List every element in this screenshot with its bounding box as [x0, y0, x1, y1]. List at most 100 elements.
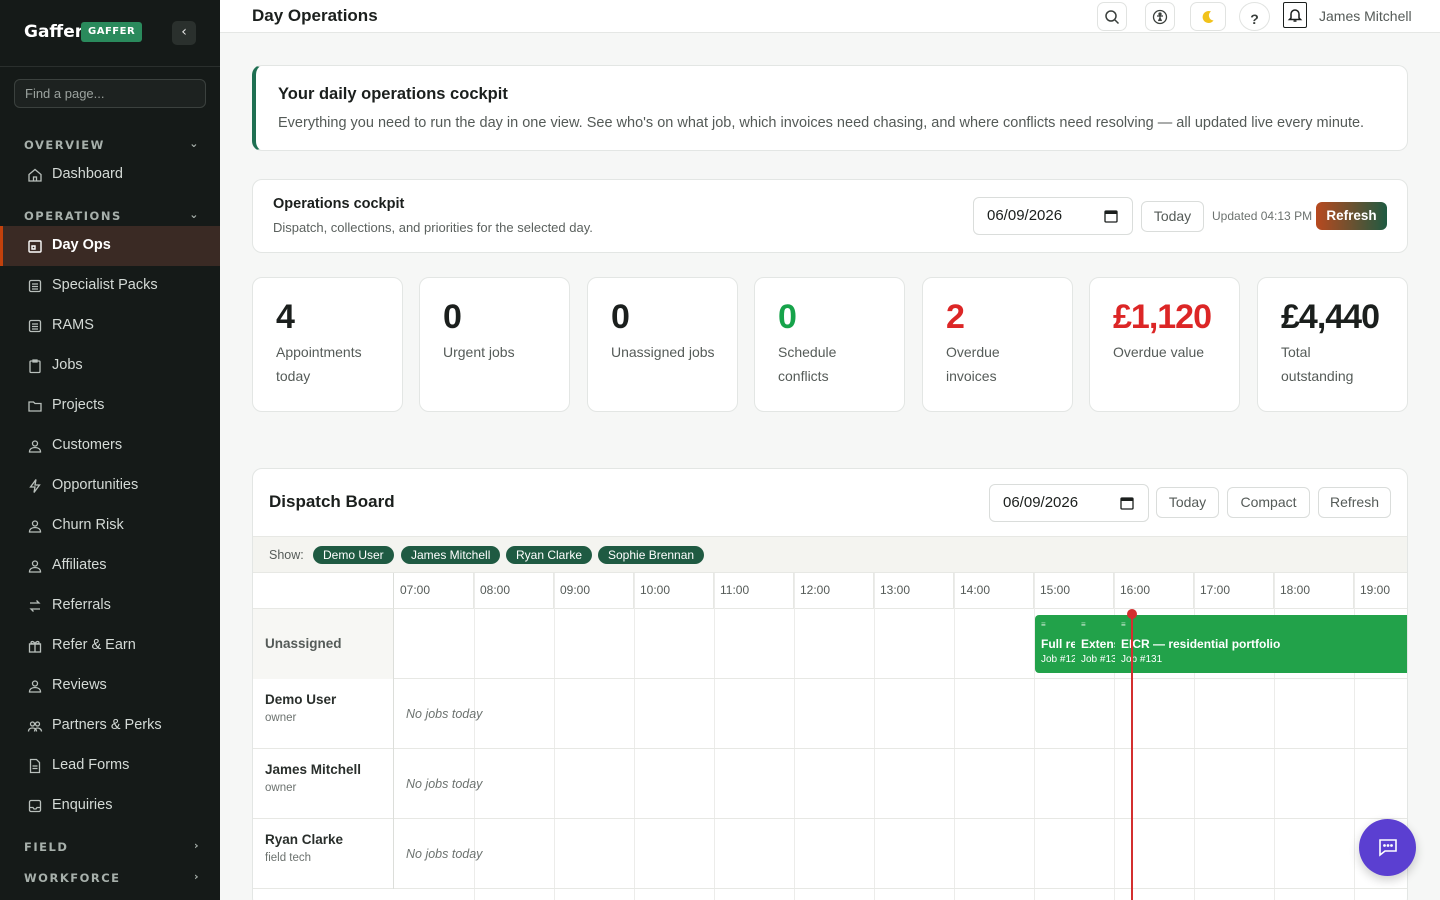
stat-card-schedule-conflicts[interactable]: 0 Schedule conflicts — [754, 277, 905, 412]
sidebar-item-refer-earn[interactable]: Refer & Earn — [0, 626, 220, 666]
inbox-icon — [28, 799, 42, 813]
stat-card-overdue-value[interactable]: £1,120 Overdue value — [1089, 277, 1240, 412]
sidebar-item-affiliates[interactable]: Affiliates — [0, 546, 220, 586]
hour-header: 09:00 — [554, 573, 634, 609]
sidebar-item-enquiries[interactable]: Enquiries — [0, 786, 220, 826]
users-icon — [27, 721, 43, 732]
hour-header: 16:00 — [1114, 573, 1194, 609]
hour-header: 19:00 — [1354, 573, 1407, 609]
filter-chip-sophie-brennan[interactable]: Sophie Brennan — [598, 546, 705, 564]
row-name: Ryan Clarke — [265, 832, 344, 847]
section-workforce[interactable]: WORKFORCE › — [24, 870, 200, 885]
sidebar-item-projects[interactable]: Projects — [0, 386, 220, 426]
hour-header: 15:00 — [1034, 573, 1114, 609]
row-demo-user: Demo User owner No jobs today — [253, 679, 1407, 749]
job-card[interactable]: ≡ Full re Job #12 — [1035, 615, 1075, 673]
sidebar-item-label: Specialist Packs — [52, 277, 158, 293]
sidebar-item-reviews[interactable]: Reviews — [0, 666, 220, 706]
stat-label: Schedule conflicts — [778, 344, 837, 384]
section-field[interactable]: FIELD › — [24, 839, 200, 854]
row-label: Unassigned — [253, 609, 394, 679]
section-operations[interactable]: OPERATIONS ⌄ — [24, 208, 200, 223]
list-icon — [28, 279, 42, 293]
row-role: owner — [265, 782, 297, 794]
board-date-value: 06/09/2026 — [1003, 494, 1079, 511]
sidebar-item-partners-perks[interactable]: Partners & Perks — [0, 706, 220, 746]
compact-button[interactable]: Compact — [1227, 487, 1310, 518]
users-icon — [28, 560, 42, 573]
document-icon — [29, 758, 41, 774]
theme-toggle-button[interactable] — [1190, 2, 1226, 31]
swap-icon — [29, 600, 41, 612]
stat-label: Overdue invoices — [946, 344, 1000, 384]
search-button[interactable] — [1097, 2, 1127, 31]
hour-header: 08:00 — [474, 573, 554, 609]
hour-header: 12:00 — [794, 573, 874, 609]
cockpit-refresh-button[interactable]: Refresh — [1316, 202, 1387, 230]
section-operations-label: OPERATIONS — [24, 209, 122, 223]
sidebar-item-dashboard[interactable]: Dashboard — [0, 155, 220, 195]
notifications-button[interactable] — [1283, 2, 1307, 28]
chat-button[interactable] — [1359, 819, 1416, 876]
sidebar-item-day-ops[interactable]: Day Ops — [0, 226, 220, 266]
drag-handle-icon[interactable]: ≡ — [1121, 620, 1126, 629]
dispatch-board-title: Dispatch Board — [269, 492, 395, 511]
chevron-down-icon: ⌄ — [189, 137, 200, 150]
stat-card-overdue-invoices[interactable]: 2 Overdue invoices — [922, 277, 1073, 412]
board-date-input[interactable]: 06/09/2026 — [989, 484, 1149, 522]
bolt-icon — [29, 479, 41, 493]
sidebar-item-opportunities[interactable]: Opportunities — [0, 466, 220, 506]
filter-chip-ryan-clarke[interactable]: Ryan Clarke — [506, 546, 593, 564]
sidebar-item-churn-risk[interactable]: Churn Risk — [0, 506, 220, 546]
sidebar-item-label: Affiliates — [52, 557, 107, 573]
stat-value: 0 — [443, 298, 462, 336]
dispatch-board: Dispatch Board 06/09/2026 Today Compact … — [252, 468, 1408, 900]
updated-timestamp: Updated 04:13 PM — [1212, 209, 1313, 223]
job-card[interactable]: ≡ EICR — residential portfolio Job #131 — [1115, 615, 1407, 673]
calendar-icon — [28, 240, 42, 253]
sidebar-item-customers[interactable]: Customers — [0, 426, 220, 466]
accessibility-icon — [1152, 9, 1168, 25]
sidebar-item-jobs[interactable]: Jobs — [0, 346, 220, 386]
collapse-sidebar-button[interactable]: ‹ — [172, 21, 196, 45]
stat-card-unassigned-jobs[interactable]: 0 Unassigned jobs — [587, 277, 738, 412]
stat-value: 0 — [611, 298, 630, 336]
drag-handle-icon[interactable]: ≡ — [1041, 620, 1046, 629]
intro-title: Your daily operations cockpit — [278, 85, 508, 103]
cockpit-today-button[interactable]: Today — [1141, 201, 1204, 232]
accessibility-button[interactable] — [1145, 2, 1175, 31]
sidebar-item-specialist-packs[interactable]: Specialist Packs — [0, 266, 220, 306]
find-page-input[interactable] — [14, 79, 206, 108]
stat-card-urgent-jobs[interactable]: 0 Urgent jobs — [419, 277, 570, 412]
sidebar-item-label: Reviews — [52, 677, 107, 693]
board-today-button[interactable]: Today — [1156, 487, 1219, 518]
stat-card-total-outstanding[interactable]: £4,440 Total outstanding — [1257, 277, 1408, 412]
help-button[interactable]: ? — [1239, 2, 1270, 31]
cockpit-date-value: 06/09/2026 — [987, 207, 1063, 224]
job-title: Extens — [1081, 637, 1115, 651]
brand-logo: Gaffer — [24, 22, 84, 42]
user-menu[interactable]: James Mitchell — [1319, 8, 1412, 24]
calendar-icon — [1104, 210, 1118, 223]
sidebar-item-lead-forms[interactable]: Lead Forms — [0, 746, 220, 786]
job-card[interactable]: ≡ Extens Job #13 — [1075, 615, 1115, 673]
intro-card: Your daily operations cockpit Everything… — [252, 65, 1408, 151]
sidebar-item-label: Customers — [52, 437, 123, 453]
users-icon — [28, 440, 42, 453]
sidebar-item-label: Day Ops — [52, 237, 111, 253]
section-overview[interactable]: OVERVIEW ⌄ — [24, 137, 200, 152]
cockpit-subtitle: Dispatch, collections, and priorities fo… — [273, 220, 593, 235]
drag-handle-icon[interactable]: ≡ — [1081, 620, 1086, 629]
board-refresh-button[interactable]: Refresh — [1318, 487, 1391, 518]
filter-chip-james-mitchell[interactable]: James Mitchell — [401, 546, 501, 564]
folder-icon — [28, 401, 42, 412]
sidebar-item-referrals[interactable]: Referrals — [0, 586, 220, 626]
sidebar-item-rams[interactable]: RAMS — [0, 306, 220, 346]
search-icon — [1105, 10, 1120, 25]
stat-card-appointments[interactable]: 4 Appointments today — [252, 277, 403, 412]
no-jobs-text: No jobs today — [406, 847, 483, 861]
filter-chip-demo-user[interactable]: Demo User — [313, 546, 394, 564]
hour-header: 11:00 — [714, 573, 794, 609]
chat-icon — [1378, 839, 1397, 857]
cockpit-date-input[interactable]: 06/09/2026 — [973, 197, 1133, 235]
